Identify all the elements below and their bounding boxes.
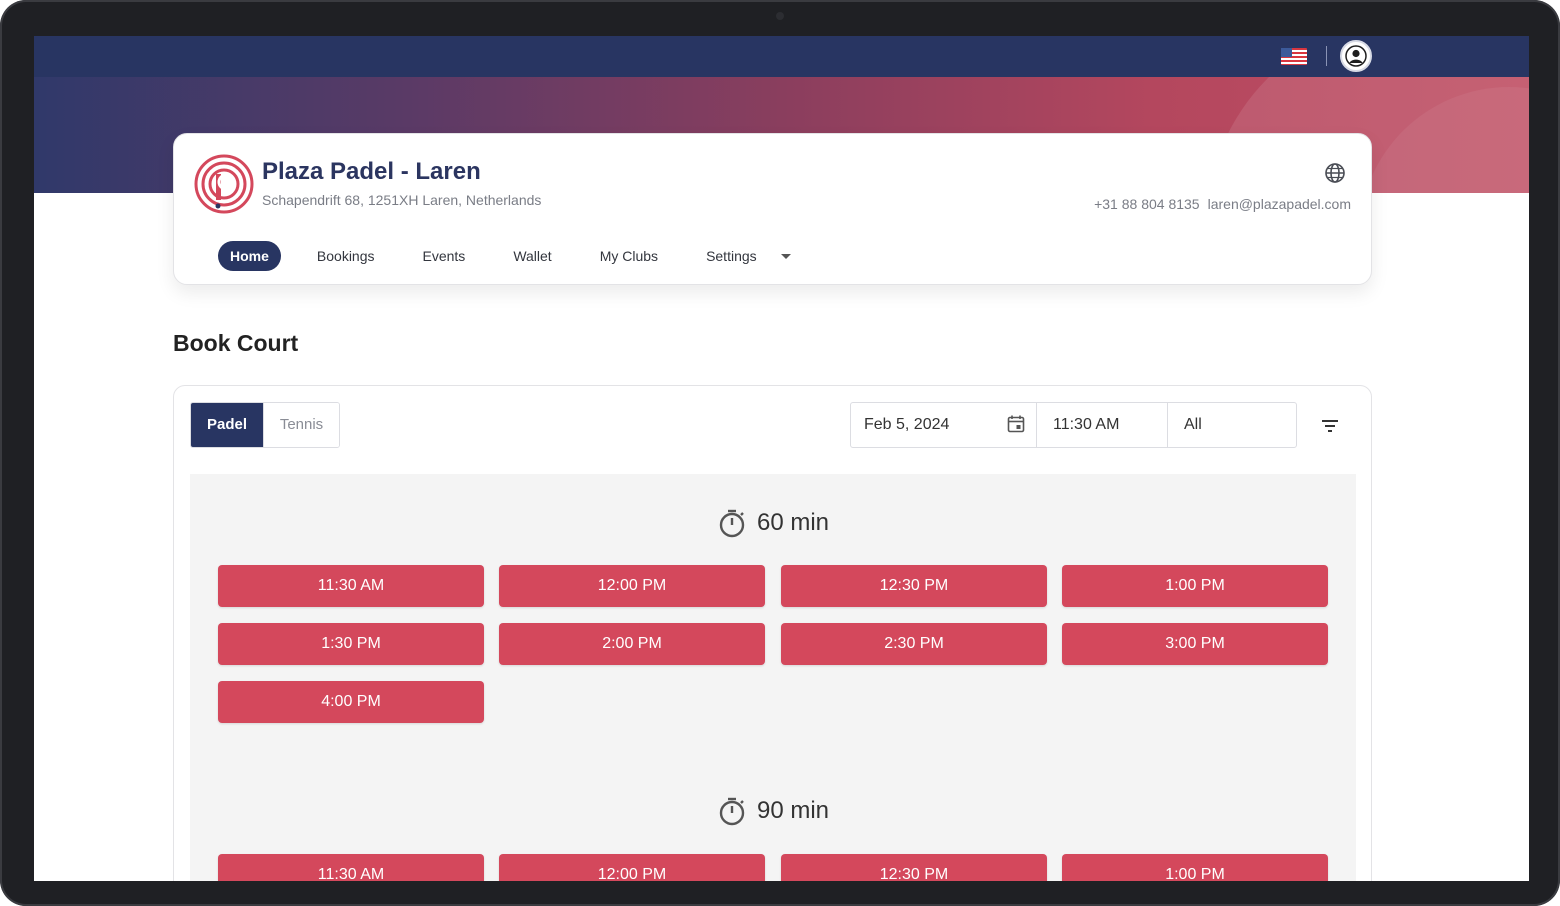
nav-settings[interactable]: Settings — [694, 241, 769, 271]
chevron-down-icon[interactable] — [780, 253, 791, 259]
time-slot-button[interactable]: 4:00 PM — [218, 681, 484, 723]
filter-icon[interactable] — [1320, 416, 1340, 436]
court-select[interactable]: All — [1168, 403, 1296, 447]
date-value: Feb 5, 2024 — [864, 416, 950, 433]
time-slot-button[interactable]: 2:00 PM — [499, 623, 765, 665]
duration-label: 60 min — [756, 509, 830, 536]
book-court-card: Padel Tennis Feb 5, 2024 11:30 AM All 60… — [173, 385, 1372, 881]
nav-bookings[interactable]: Bookings — [305, 241, 387, 271]
nav-wallet[interactable]: Wallet — [501, 241, 563, 271]
booking-filters: Feb 5, 2024 11:30 AM All — [850, 402, 1297, 448]
plaza-padel-logo — [194, 154, 254, 214]
time-slot-button[interactable]: 12:00 PM — [499, 854, 765, 881]
time-slot-button[interactable]: 1:00 PM — [1062, 854, 1328, 881]
club-contact: +31 88 804 8135 laren@plazapadel.com — [1094, 196, 1351, 212]
duration-heading: 60 min — [190, 508, 1356, 538]
club-name: Plaza Padel - Laren — [262, 158, 481, 185]
time-slot-button[interactable]: 11:30 AM — [218, 854, 484, 881]
duration-heading: 90 min — [190, 796, 1356, 826]
time-slot-button[interactable]: 12:30 PM — [781, 565, 1047, 607]
time-slot-button[interactable]: 3:00 PM — [1062, 623, 1328, 665]
calendar-icon[interactable] — [1006, 414, 1026, 434]
stopwatch-icon — [719, 509, 745, 538]
time-slot-button[interactable]: 1:00 PM — [1062, 565, 1328, 607]
nav-home[interactable]: Home — [218, 241, 281, 271]
club-address: Schapendrift 68, 1251XH Laren, Netherlan… — [262, 192, 542, 208]
user-avatar-icon[interactable] — [1340, 40, 1372, 72]
duration-label: 90 min — [756, 797, 830, 824]
stopwatch-icon — [719, 797, 745, 826]
sport-tennis-button[interactable]: Tennis — [263, 403, 339, 447]
topbar-divider — [1326, 46, 1327, 66]
time-slot-button[interactable]: 12:00 PM — [499, 565, 765, 607]
page-title: Book Court — [173, 330, 299, 356]
nav-events[interactable]: Events — [411, 241, 478, 271]
globe-icon[interactable] — [1324, 162, 1346, 184]
time-slot-button[interactable]: 2:30 PM — [781, 623, 1047, 665]
time-select[interactable]: 11:30 AM — [1037, 403, 1168, 447]
camera — [776, 12, 784, 20]
device-frame: Plaza Padel - Laren Schapendrift 68, 125… — [0, 0, 1560, 906]
club-card: Plaza Padel - Laren Schapendrift 68, 125… — [173, 133, 1372, 285]
date-picker[interactable]: Feb 5, 2024 — [851, 403, 1037, 447]
top-bar — [34, 36, 1529, 77]
screen: Plaza Padel - Laren Schapendrift 68, 125… — [34, 36, 1529, 881]
club-email[interactable]: laren@plazapadel.com — [1208, 196, 1351, 212]
time-slot-button[interactable]: 12:30 PM — [781, 854, 1047, 881]
sport-padel-button[interactable]: Padel — [191, 403, 263, 447]
main-nav: Home Bookings Events Wallet My Clubs Set… — [218, 240, 791, 272]
us-flag-icon[interactable] — [1281, 48, 1307, 65]
time-slots-panel: 60 min 11:30 AM 12:00 PM 12:30 PM 1:00 P… — [190, 474, 1356, 881]
time-slot-button[interactable]: 11:30 AM — [218, 565, 484, 607]
time-slot-button[interactable]: 1:30 PM — [218, 623, 484, 665]
nav-my-clubs[interactable]: My Clubs — [588, 241, 670, 271]
club-phone[interactable]: +31 88 804 8135 — [1094, 196, 1200, 212]
sport-toggle: Padel Tennis — [190, 402, 340, 448]
